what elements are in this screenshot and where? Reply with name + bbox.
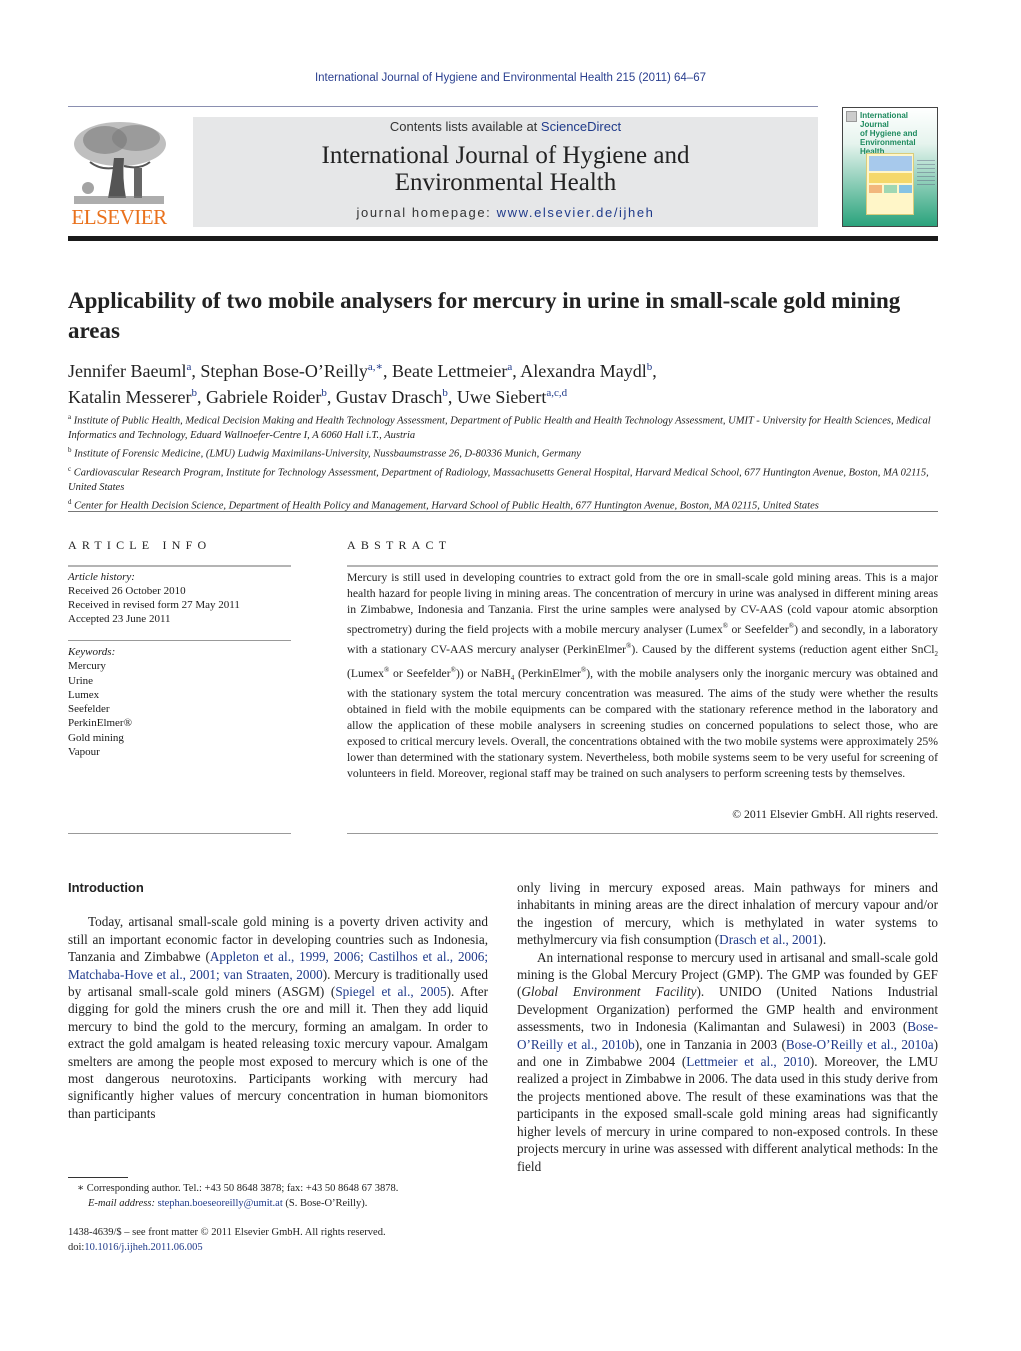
email-link[interactable]: stephan.boeseoreilly@umit.at [158, 1198, 283, 1209]
corresponding-author-footnote: ∗ Corresponding author. Tel.: +43 50 864… [77, 1183, 399, 1209]
body-paragraph: only living in mercury exposed areas. Ma… [517, 880, 938, 948]
section-divider [68, 511, 938, 512]
article-info-rule [68, 640, 291, 641]
doi-link[interactable]: 10.1016/j.ijheh.2011.06.005 [84, 1242, 202, 1253]
keyword: Urine [68, 674, 94, 687]
journal-masthead: Contents lists available at ScienceDirec… [193, 117, 818, 227]
cover-graphic [866, 153, 914, 215]
author[interactable]: Gabriele Roiderb [206, 387, 327, 407]
cover-title-line1: International Journal [860, 111, 909, 129]
author-list: Jennifer Baeumla, Stephan Bose-O’Reillya… [68, 361, 657, 407]
running-head[interactable]: International Journal of Hygiene and Env… [0, 72, 1021, 84]
homepage-prefix: journal homepage: [356, 205, 497, 220]
elsevier-logo[interactable]: ELSEVIER [68, 118, 170, 230]
author[interactable]: Beate Lettmeiera [392, 361, 512, 381]
cover-seal-icon [846, 111, 857, 122]
front-matter: 1438-4639/$ – see front matter © 2011 El… [68, 1225, 488, 1255]
article-title: Applicability of two mobile analysers fo… [68, 288, 901, 343]
article-info-rule [68, 565, 291, 567]
affiliation: a Institute of Public Health, Medical De… [68, 413, 931, 441]
contents-prefix: Contents lists available at [389, 119, 541, 134]
history-item: Received in revised form 27 May 2011 [68, 599, 240, 611]
contents-line: Contents lists available at ScienceDirec… [193, 119, 818, 134]
history-item: Accepted 23 June 2011 [68, 613, 171, 625]
author[interactable]: Katalin Messererb [68, 387, 197, 407]
header-rule [68, 106, 818, 107]
homepage-link[interactable]: www.elsevier.de/ijheh [497, 205, 655, 220]
introduction-heading: Introduction [68, 880, 144, 895]
keyword: Seefelder [68, 703, 110, 716]
body-paragraph: An international response to mercury use… [517, 949, 939, 1174]
affiliation: b Institute of Forensic Medicine, (LMU) … [68, 446, 581, 460]
footnote-rule [68, 1177, 128, 1178]
keywords: Keywords: Mercury Urine Lumex Seefelder … [68, 645, 291, 759]
elsevier-wordmark: ELSEVIER [71, 205, 167, 229]
tree-logo-icon [70, 118, 168, 206]
citation-link[interactable]: Bose-O’Reilly et al., 2010a [786, 1037, 934, 1052]
journal-cover-thumbnail[interactable]: International Journal of Hygiene and Env… [842, 107, 938, 227]
article-info-rule [68, 833, 291, 834]
keyword: Mercury [68, 660, 106, 673]
journal-title: International Journal of Hygiene and Env… [193, 142, 818, 196]
cover-title: International Journal of Hygiene and Env… [860, 111, 935, 156]
journal-title-line1: International Journal of Hygiene and [321, 142, 690, 169]
author[interactable]: Uwe Sieberta,c,d [457, 387, 567, 407]
keyword: PerkinElmer® [68, 717, 132, 730]
abstract-copyright: © 2011 Elsevier GmbH. All rights reserve… [732, 808, 938, 821]
author[interactable]: Gustav Draschb [336, 387, 448, 407]
keyword: Gold mining [68, 731, 124, 744]
cover-contents-list [917, 160, 935, 188]
citation-link[interactable]: Lettmeier et al., 2010 [686, 1054, 810, 1069]
author[interactable]: Alexandra Maydlb [520, 361, 652, 381]
affiliation: c Cardiovascular Research Program, Insti… [68, 464, 929, 493]
citation-link[interactable]: Drasch et al., 2001 [719, 932, 818, 947]
author[interactable]: Jennifer Baeumla [68, 361, 191, 381]
abstract-rule [347, 565, 938, 567]
abstract-rule [347, 833, 938, 834]
keyword: Vapour [68, 746, 100, 759]
body-column-left: Introduction Today, artisanal small-scal… [68, 879, 488, 1122]
journal-title-line2: Environmental Health [394, 169, 617, 196]
article-info-heading: ARTICLE INFO [68, 538, 212, 552]
history-item: Received 26 October 2010 [68, 585, 186, 597]
sciencedirect-link[interactable]: ScienceDirect [541, 119, 621, 134]
keywords-label: Keywords: [68, 646, 116, 658]
keyword: Lumex [68, 688, 100, 701]
citation-link[interactable]: Spiegel et al., 2005 [335, 984, 446, 999]
issn-line: 1438-4639/$ – see front matter © 2011 El… [68, 1227, 386, 1238]
author[interactable]: Stephan Bose-O’Reillya,∗ [200, 361, 383, 381]
abstract-heading: ABSTRACT [347, 538, 452, 552]
affiliations: a Institute of Public Health, Medical De… [68, 410, 938, 514]
cover-title-line2: of Hygiene and [860, 129, 918, 138]
history-label: Article history: [68, 571, 135, 583]
article-history: Article history: Received 26 October 201… [68, 570, 291, 626]
masthead-divider [68, 236, 938, 241]
body-paragraph: Today, artisanal small-scale gold mining… [68, 914, 488, 1121]
body-column-right: only living in mercury exposed areas. Ma… [517, 879, 938, 1175]
journal-homepage: journal homepage: www.elsevier.de/ijheh [193, 205, 818, 220]
abstract-text: Mercury is still used in developing coun… [347, 571, 938, 781]
